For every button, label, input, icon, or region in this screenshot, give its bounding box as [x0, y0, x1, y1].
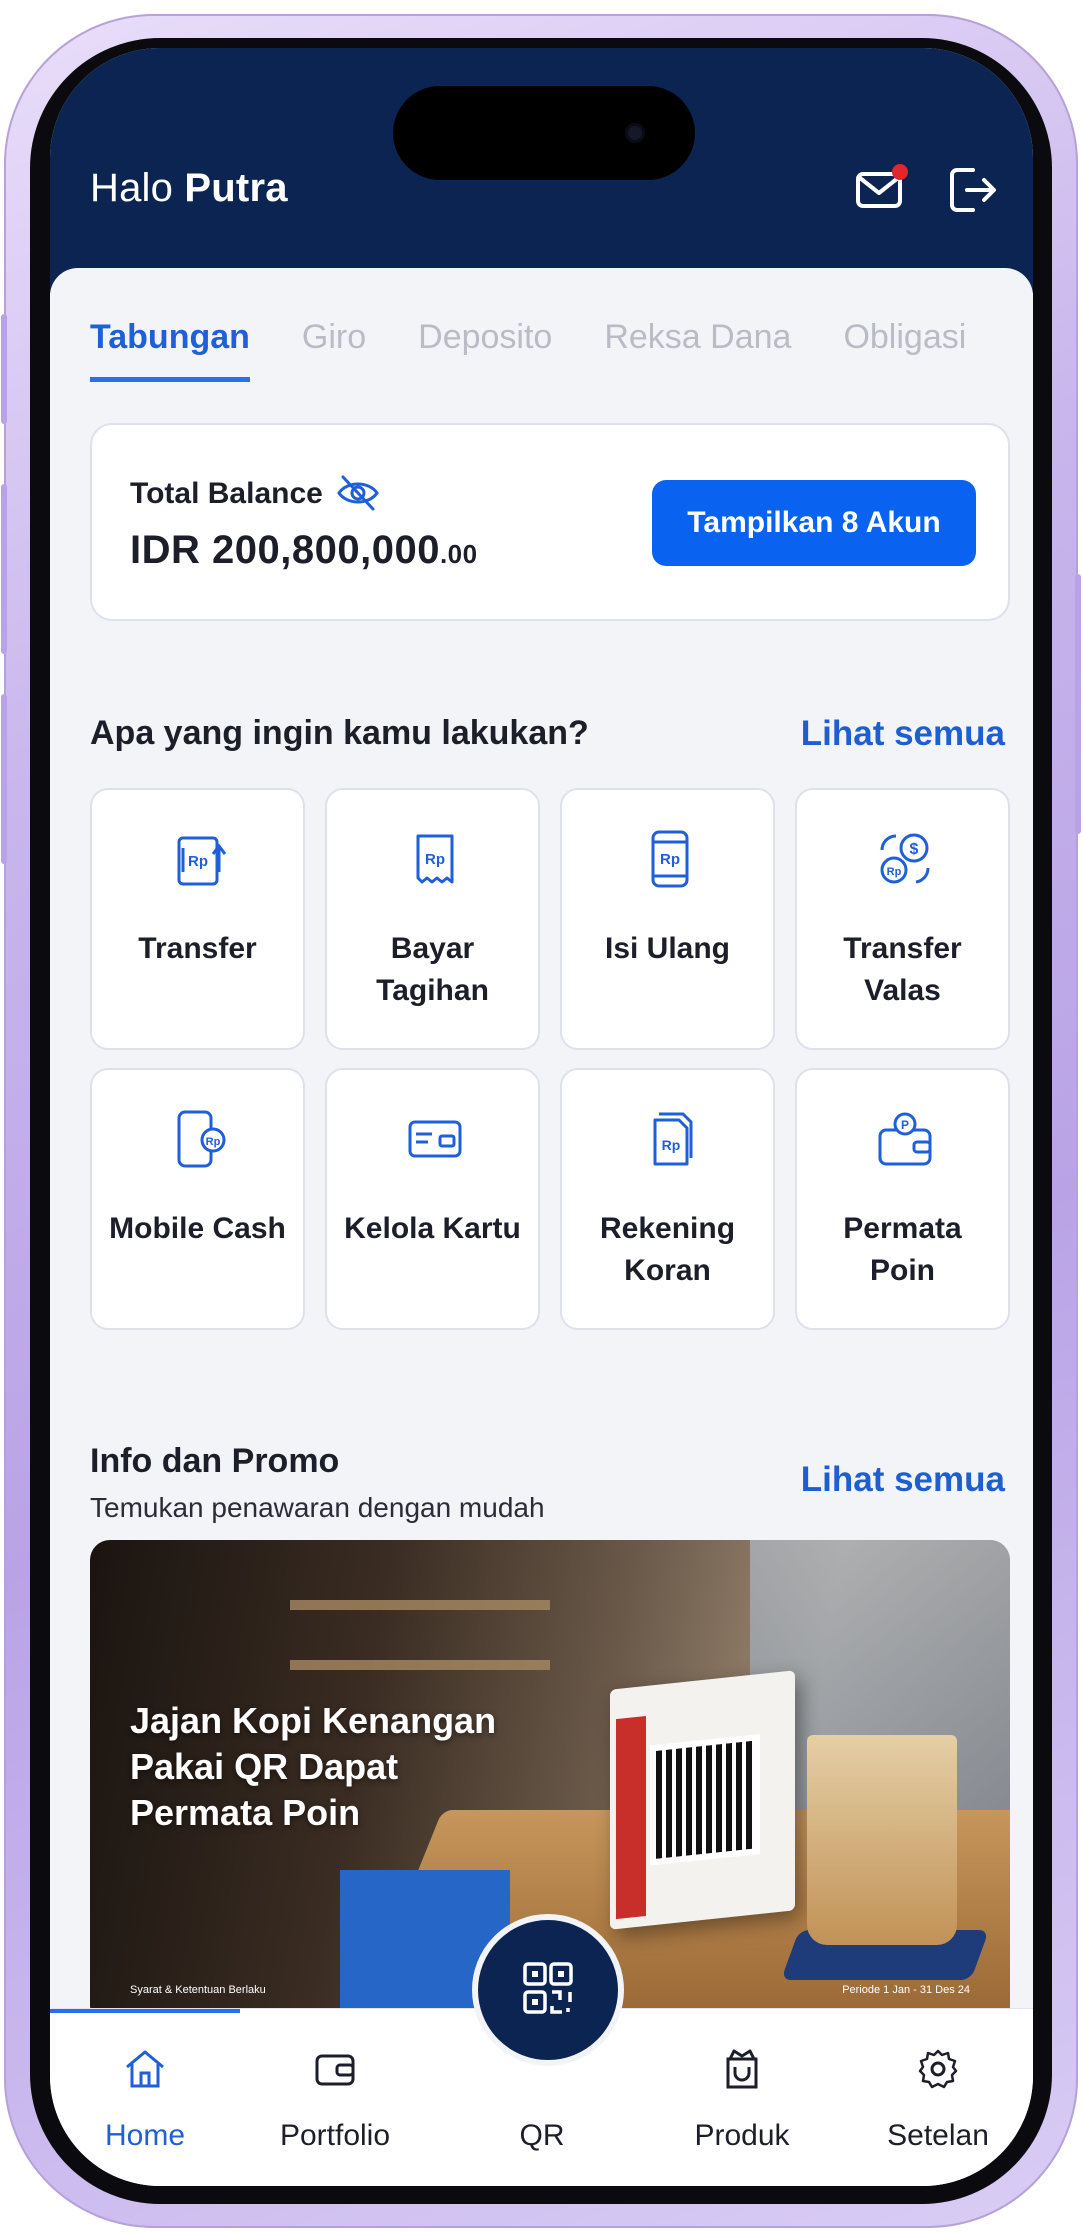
- nav-label: Portfolio: [279, 2119, 391, 2152]
- app-screen: Halo Putra Tabungan Giro Deposito Reksa Dan…: [50, 48, 1033, 2186]
- side-button: [1, 314, 7, 424]
- svg-text:Rp: Rp: [188, 853, 208, 870]
- qr-icon: [523, 1962, 573, 2014]
- action-rekening-koran[interactable]: Rp Rekening Koran: [560, 1068, 775, 1330]
- svg-text:P: P: [901, 1118, 909, 1132]
- balance-decimals: .00: [439, 539, 478, 569]
- account-tabs: Tabungan Giro Deposito Reksa Dana Obligasi: [90, 318, 1018, 382]
- promo-title: Info dan Promo: [90, 1442, 340, 1480]
- promo-see-all-link[interactable]: Lihat semua: [801, 1460, 1005, 1500]
- action-permata-poin[interactable]: P Permata Poin: [795, 1068, 1010, 1330]
- topup-phone-icon: Rp: [651, 830, 689, 888]
- inbox-button[interactable]: [852, 160, 912, 220]
- home-icon: [126, 2050, 164, 2088]
- tab-reksa-dana[interactable]: Reksa Dana: [604, 318, 791, 377]
- svg-text:$: $: [910, 841, 919, 858]
- action-label: Transfer: [138, 932, 257, 965]
- product-icon: [726, 2049, 758, 2089]
- power-button: [1075, 574, 1081, 834]
- action-kelola-kartu[interactable]: Kelola Kartu: [325, 1068, 540, 1330]
- tab-obligasi[interactable]: Obligasi: [843, 318, 966, 377]
- promo-subtitle: Temukan penawaran dengan mudah: [90, 1492, 545, 1523]
- nav-label: Setelan: [887, 2119, 989, 2152]
- mail-icon: [856, 164, 908, 208]
- shelf-decoration: [290, 1660, 550, 1670]
- bill-icon: Rp: [416, 834, 454, 884]
- action-label: Permata Poin: [843, 1212, 962, 1287]
- action-transfer[interactable]: Rp Transfer: [90, 788, 305, 1050]
- nav-home[interactable]: Home: [50, 2009, 240, 2186]
- statement-icon: Rp: [653, 1112, 693, 1166]
- card-icon: [408, 1120, 462, 1158]
- logout-button[interactable]: [943, 160, 1003, 220]
- nav-label: QR: [519, 2119, 565, 2152]
- promo-banner-text: Jajan Kopi Kenangan Pakai QR Dapat Perma…: [130, 1700, 497, 1833]
- qr-scan-button[interactable]: [472, 1914, 624, 2066]
- actions-title: Apa yang ingin kamu lakukan?: [90, 714, 589, 752]
- promo-terms: Syarat & Ketentuan Berlaku: [130, 1984, 266, 1996]
- app-header: Halo Putra: [50, 48, 1033, 293]
- qr-code-illustration: [650, 1733, 760, 1866]
- mobile-cash-icon: Rp: [177, 1110, 226, 1168]
- tab-deposito[interactable]: Deposito: [418, 318, 552, 377]
- svg-text:Rp: Rp: [887, 866, 902, 878]
- action-label: Mobile Cash: [109, 1212, 286, 1245]
- nav-portfolio[interactable]: Portfolio: [240, 2009, 430, 2186]
- action-label: Isi Ulang: [604, 932, 731, 965]
- balance-card: Total Balance IDR 200,800,000.00 Tampilk…: [90, 423, 1010, 621]
- svg-text:Rp: Rp: [425, 851, 445, 868]
- camera-dot: [625, 123, 645, 143]
- svg-text:Rp: Rp: [206, 1136, 221, 1148]
- balance-main: IDR 200,800,000: [130, 528, 440, 572]
- wallet-icon: [315, 2054, 355, 2086]
- action-mobile-cash[interactable]: Rp Mobile Cash: [90, 1068, 305, 1330]
- action-bayar-tagihan[interactable]: Rp Bayar Tagihan: [325, 788, 540, 1050]
- tab-giro[interactable]: Giro: [302, 318, 366, 377]
- stand-stripe: [616, 1715, 646, 1920]
- nav-setelan[interactable]: Setelan: [843, 2009, 1033, 2186]
- action-label: Bayar Tagihan: [376, 932, 489, 1007]
- svg-text:Rp: Rp: [660, 851, 680, 868]
- actions-see-all-link[interactable]: Lihat semua: [801, 714, 1005, 754]
- action-label: Kelola Kartu: [344, 1212, 521, 1245]
- eye-off-icon[interactable]: [335, 473, 381, 513]
- home-content: Tabungan Giro Deposito Reksa Dana Obligasi T…: [50, 268, 1033, 2028]
- greeting: Halo Putra: [90, 166, 288, 211]
- qr-stand-illustration: [610, 1670, 795, 1930]
- user-name: Putra: [184, 166, 288, 210]
- promo-period: Periode 1 Jan - 31 Des 24: [842, 1984, 970, 1996]
- action-label: Transfer Valas: [843, 932, 962, 1007]
- action-transfer-valas[interactable]: $ Rp Transfer Valas: [795, 788, 1010, 1050]
- nav-label: Home: [104, 2119, 186, 2152]
- balance-amount: IDR 200,800,000.00: [130, 528, 478, 573]
- svg-text:Rp: Rp: [662, 1137, 681, 1153]
- greeting-prefix: Halo: [90, 166, 174, 210]
- show-accounts-button[interactable]: Tampilkan 8 Akun: [652, 480, 976, 566]
- coffee-cup-illustration: [807, 1735, 957, 1945]
- balance-label: Total Balance: [130, 477, 323, 510]
- nav-produk[interactable]: Produk: [647, 2009, 837, 2186]
- transfer-icon: Rp: [177, 836, 227, 886]
- currency-exchange-icon: $ Rp: [880, 833, 930, 884]
- gear-icon: [918, 2049, 958, 2089]
- action-isi-ulang[interactable]: Rp Isi Ulang: [560, 788, 775, 1050]
- logout-icon: [950, 168, 996, 212]
- shelf-decoration: [290, 1600, 550, 1610]
- wallet-points-icon: P: [878, 1112, 932, 1166]
- nav-label: Produk: [694, 2119, 790, 2152]
- tab-tabungan[interactable]: Tabungan: [90, 318, 250, 382]
- volume-up-button: [1, 484, 7, 654]
- volume-down-button: [1, 694, 7, 864]
- action-label: Rekening Koran: [599, 1212, 736, 1287]
- dynamic-island: [393, 86, 695, 180]
